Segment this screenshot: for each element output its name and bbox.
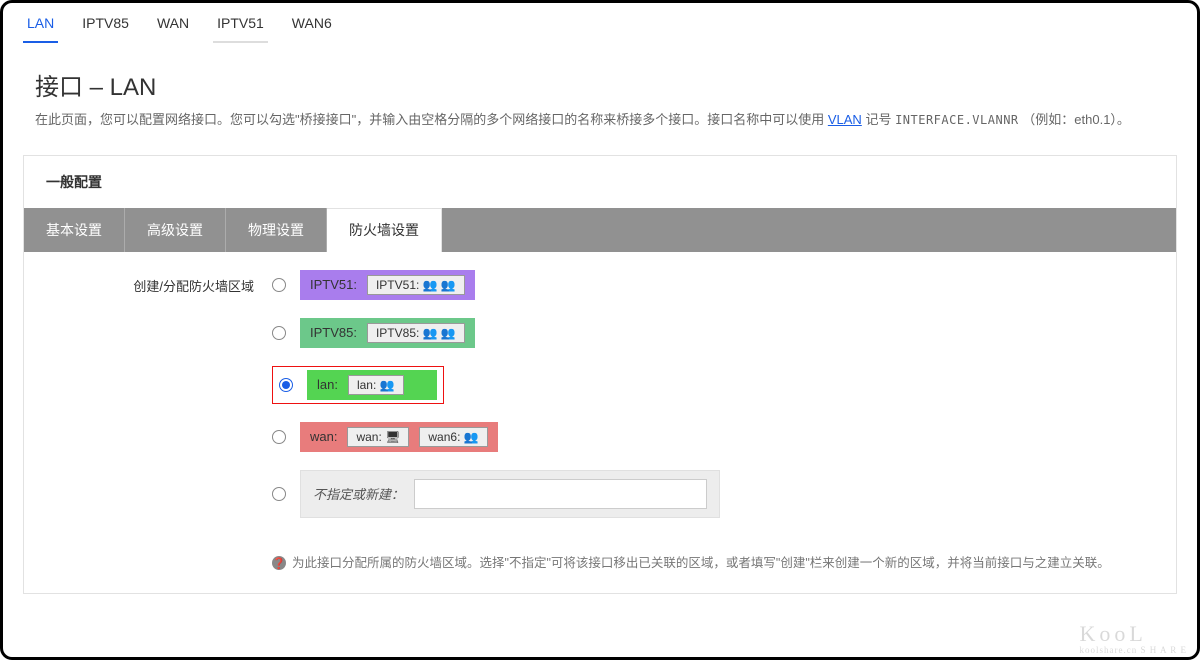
watermark-sub: koolshare.cn S H A R E xyxy=(1080,645,1188,655)
iface-chip: IPTV85: 👥 👥 xyxy=(367,323,465,343)
radio-iptv51[interactable] xyxy=(272,278,286,292)
new-zone-input[interactable] xyxy=(414,479,707,509)
iface-chip: wan: 🖥 xyxy=(347,427,409,447)
watermark-main: KooL xyxy=(1080,621,1147,646)
selected-highlight: lan: lan: 👥 xyxy=(272,366,444,404)
zone-bar-iptv51: IPTV51: IPTV51: 👥 👥 xyxy=(300,270,475,300)
panel-header: 一般配置 xyxy=(24,156,1176,208)
subtab-physical[interactable]: 物理设置 xyxy=(226,208,327,252)
iface-chip: IPTV51: 👥 👥 xyxy=(367,275,465,295)
subtab-basic[interactable]: 基本设置 xyxy=(24,208,125,252)
zone-bar-wan: wan: wan: 🖥 wan6: 👥 xyxy=(300,422,498,452)
zone-field-label: 创建/分配防火墙区域 xyxy=(52,270,272,295)
zone-bar-iptv85: IPTV85: IPTV85: 👥 👥 xyxy=(300,318,475,348)
subtab-advanced[interactable]: 高级设置 xyxy=(125,208,226,252)
page-title: 接口 – LAN xyxy=(3,43,1197,110)
interface-tabs: LAN IPTV85 WAN IPTV51 WAN6 xyxy=(3,3,1197,43)
zone-help-text: 为此接口分配所属的防火墙区域。选择"不指定"可将该接口移出已关联的区域，或者填写… xyxy=(272,536,1148,575)
zone-name: IPTV85: xyxy=(310,325,357,340)
iface-chip: wan6: 👥 xyxy=(419,427,487,447)
desc-text-3: （例如：eth0.1）。 xyxy=(1022,112,1130,127)
zone-options: IPTV51: IPTV51: 👥 👥 IPTV85: IPTV85: 👥 👥 xyxy=(272,270,1148,575)
tab-iptv85[interactable]: IPTV85 xyxy=(78,9,133,43)
zone-option-lan[interactable]: lan: lan: 👥 xyxy=(272,366,1148,404)
desc-code: INTERFACE.VLANNR xyxy=(895,113,1019,127)
tab-lan[interactable]: LAN xyxy=(23,9,58,43)
new-zone-box: 不指定或新建： xyxy=(300,470,720,518)
zone-name: IPTV51: xyxy=(310,277,357,292)
radio-wan[interactable] xyxy=(272,430,286,444)
zone-option-wan[interactable]: wan: wan: 🖥 wan6: 👥 xyxy=(272,422,1148,452)
zone-option-new[interactable]: 不指定或新建： xyxy=(272,470,1148,518)
new-zone-label: 不指定或新建： xyxy=(313,484,404,503)
radio-new[interactable] xyxy=(272,487,286,501)
tab-wan6[interactable]: WAN6 xyxy=(288,9,336,43)
desc-text-2: 记号 xyxy=(865,112,895,127)
desc-text-1: 在此页面，您可以配置网络接口。您可以勾选"桥接接口"，并输入由空格分隔的多个网络… xyxy=(35,112,828,127)
zone-name: wan: xyxy=(310,429,337,444)
iface-chip: lan: 👥 xyxy=(348,375,404,395)
config-panel: 一般配置 基本设置 高级设置 物理设置 防火墙设置 创建/分配防火墙区域 IPT… xyxy=(23,155,1177,594)
zone-bar-lan: lan: lan: 👥 xyxy=(307,370,437,400)
page-description: 在此页面，您可以配置网络接口。您可以勾选"桥接接口"，并输入由空格分隔的多个网络… xyxy=(3,110,1197,147)
zone-name: lan: xyxy=(317,377,338,392)
watermark: KooL koolshare.cn S H A R E xyxy=(1080,621,1188,655)
tab-wan[interactable]: WAN xyxy=(153,9,193,43)
subtab-firewall[interactable]: 防火墙设置 xyxy=(327,208,442,252)
zone-option-iptv85[interactable]: IPTV85: IPTV85: 👥 👥 xyxy=(272,318,1148,348)
radio-lan[interactable] xyxy=(279,378,293,392)
tab-iptv51[interactable]: IPTV51 xyxy=(213,9,268,43)
vlan-link[interactable]: VLAN xyxy=(828,112,862,127)
config-subtabs: 基本设置 高级设置 物理设置 防火墙设置 xyxy=(24,208,1176,252)
zone-option-iptv51[interactable]: IPTV51: IPTV51: 👥 👥 xyxy=(272,270,1148,300)
radio-iptv85[interactable] xyxy=(272,326,286,340)
